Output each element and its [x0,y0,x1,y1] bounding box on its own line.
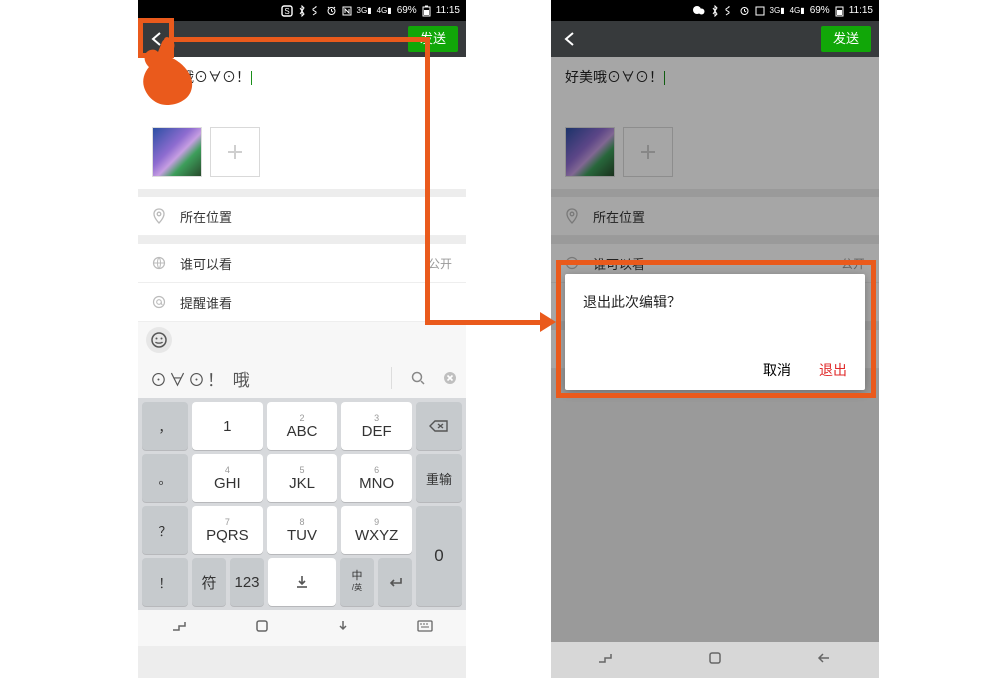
key-def[interactable]: 3DEF [341,402,412,450]
candidate-close-icon[interactable] [438,370,462,386]
back-button[interactable] [559,28,581,50]
clock-text: 11:15 [436,5,460,16]
text-cursor [251,71,252,85]
network-3g: 3G▮ [770,6,785,15]
nav-ime-icon[interactable] [417,619,433,637]
key-tuv[interactable]: 8TUV [267,506,338,554]
clock-text: 11:15 [849,5,873,16]
key-zero[interactable]: 0 [416,506,462,606]
network-4g: 4G▮ [790,6,805,15]
svg-text:S: S [284,7,289,16]
alarm-icon [326,5,337,16]
vibrate-icon [724,5,734,16]
candidate-bar[interactable]: ⊙∀⊙！ 哦 [138,358,466,398]
keyboard: ⊙∀⊙！ 哦 ， 。 1 2ABC 3DEF [138,322,466,646]
nav-recent-icon[interactable] [171,619,189,638]
mention-label: 提醒谁看 [180,293,232,312]
nav-home-icon[interactable] [255,619,269,638]
compose-text[interactable]: 好美哦⊙∀⊙！ [138,57,466,127]
ime-icon: S [281,5,293,17]
app-bar: 发送 [551,21,879,57]
photo-thumbnail[interactable] [152,127,202,177]
key-123[interactable]: 123 [230,558,264,606]
dialog-title: 退出此次编辑？ [583,292,847,312]
add-photo-button[interactable] [210,127,260,177]
nav-recent-icon[interactable] [597,651,615,670]
location-icon [152,208,170,224]
annotation-arrow [425,320,540,325]
nfc-icon [342,6,352,16]
key-period[interactable]: 。 [142,454,188,502]
globe-icon [152,256,170,270]
key-1[interactable]: 1 [192,402,263,450]
at-icon [152,295,170,309]
key-enter[interactable] [378,558,412,606]
key-question[interactable]: ？ [142,506,188,554]
phone-right: 3G▮ 4G▮ 69% 11:15 发送 好美哦⊙∀⊙！ 所在位置 谁可以看 [551,0,879,678]
candidate-text: ⊙∀⊙！ 哦 [138,366,381,391]
network-3g: 3G▮ [357,6,372,15]
key-pqrs[interactable]: 7PQRS [192,506,263,554]
system-nav [551,642,879,678]
nav-home-icon[interactable] [708,651,722,670]
key-backspace[interactable] [416,402,462,450]
send-button[interactable]: 发送 [821,26,871,52]
system-nav [138,610,466,646]
candidate-search-icon[interactable] [406,370,430,386]
emoji-button[interactable] [146,327,172,353]
key-comma[interactable]: ， [142,402,188,450]
nav-kb-down-icon[interactable] [335,618,351,639]
status-bar: 3G▮ 4G▮ 69% 11:15 [551,0,879,21]
mention-row[interactable]: 提醒谁看 [138,283,466,322]
location-label: 所在位置 [180,207,232,226]
battery-text: 69% [810,5,830,16]
bluetooth-icon [711,5,719,17]
back-button[interactable] [146,28,168,50]
confirm-dialog: 退出此次编辑？ 取消 退出 [565,274,865,390]
key-abc[interactable]: 2ABC [267,402,338,450]
annotation-arrow [174,37,430,42]
key-mno[interactable]: 6MNO [341,454,412,502]
battery-text: 69% [397,5,417,16]
dialog-exit-button[interactable]: 退出 [819,360,847,380]
key-symbol[interactable]: 符 [192,558,226,606]
key-jkl[interactable]: 5JKL [267,454,338,502]
annotation-arrow-head [540,312,556,332]
key-ghi[interactable]: 4GHI [192,454,263,502]
key-exclaim[interactable]: ！ [142,558,188,606]
wechat-icon [692,5,706,16]
nav-back-icon[interactable] [815,651,833,670]
battery-icon [835,5,844,17]
compose-area: 好美哦⊙∀⊙！ [138,57,466,189]
battery-icon [422,5,431,17]
phone-left: S 3G▮ 4G▮ 69% 11:15 发送 好美哦⊙∀⊙！ [138,0,466,678]
annotation-arrow [425,37,430,325]
vibrate-icon [311,5,321,16]
network-4g: 4G▮ [377,6,392,15]
alarm-icon [739,5,750,16]
key-reinput[interactable]: 重输 [416,454,462,502]
nfc-icon [755,6,765,16]
visibility-value: 公开 [428,255,452,272]
key-wxyz[interactable]: 9WXYZ [341,506,412,554]
bluetooth-icon [298,5,306,17]
location-row[interactable]: 所在位置 [138,197,466,236]
status-bar: S 3G▮ 4G▮ 69% 11:15 [138,0,466,21]
dialog-cancel-button[interactable]: 取消 [763,360,791,380]
visibility-row[interactable]: 谁可以看 公开 [138,244,466,283]
visibility-label: 谁可以看 [180,254,232,273]
key-lang[interactable]: 中/英 [340,558,374,606]
key-space[interactable] [268,558,336,606]
